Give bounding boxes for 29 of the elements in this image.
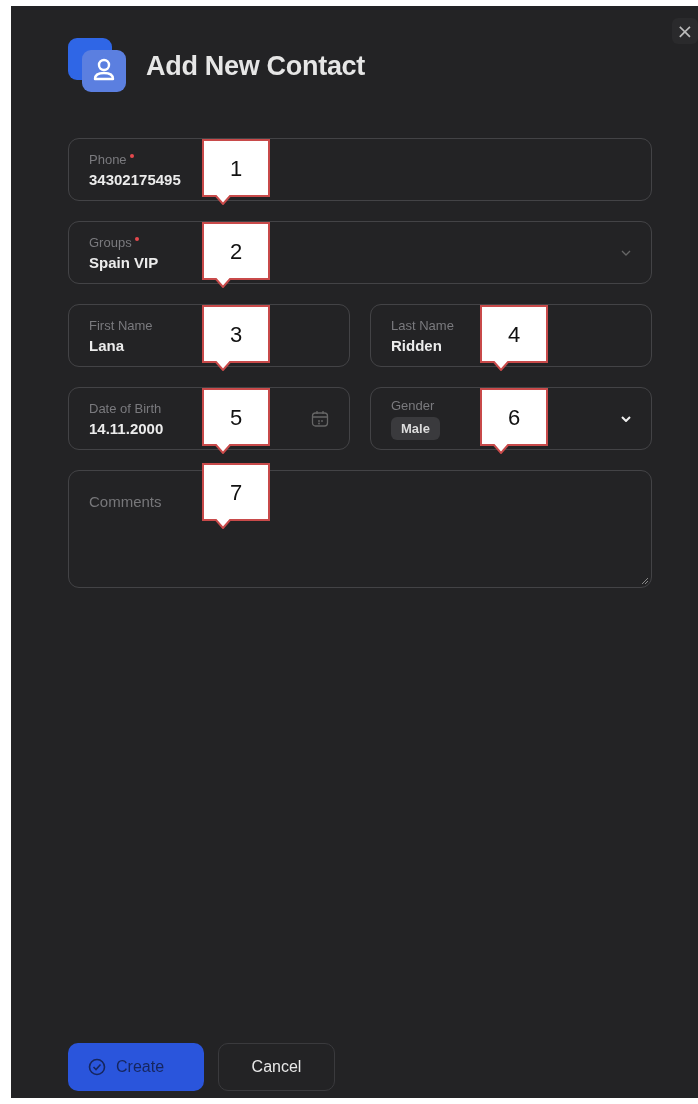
field-label: First Name [89, 317, 153, 333]
dialog-title: Add New Contact [146, 50, 365, 82]
cancel-button[interactable]: Cancel [218, 1043, 335, 1091]
field-label: Last Name [391, 317, 454, 333]
placeholder-text: Comments [89, 493, 162, 510]
field-value: 14.11.2000 [89, 419, 165, 437]
callout-marker: 1 [202, 139, 270, 205]
field-value: Ridden [391, 336, 443, 354]
resize-icon [641, 577, 649, 585]
callout-marker: 3 [202, 305, 270, 371]
chevron-down-icon [621, 249, 631, 256]
callout-marker: 6 [480, 388, 548, 454]
field-value: Lana [89, 336, 125, 354]
chevron-down-icon [621, 415, 631, 422]
callout-marker: 2 [202, 222, 270, 288]
field-label: Groups [89, 234, 132, 250]
contact-icon [68, 38, 126, 94]
field-label: Gender [391, 397, 435, 413]
field-value: 34302175495 [89, 170, 182, 188]
close-button[interactable]: × [672, 18, 698, 44]
callout-marker: 7 [202, 463, 270, 529]
tag-chip[interactable]: Male [391, 416, 440, 440]
callout-marker: 4 [480, 305, 548, 371]
field-label: Phone [89, 151, 127, 167]
field-value: Spain VIP [89, 253, 160, 271]
check-circle-icon [88, 1058, 106, 1076]
callout-marker: 5 [202, 388, 270, 454]
calendar-icon [311, 409, 329, 428]
field-label: Date of Birth [89, 400, 162, 416]
